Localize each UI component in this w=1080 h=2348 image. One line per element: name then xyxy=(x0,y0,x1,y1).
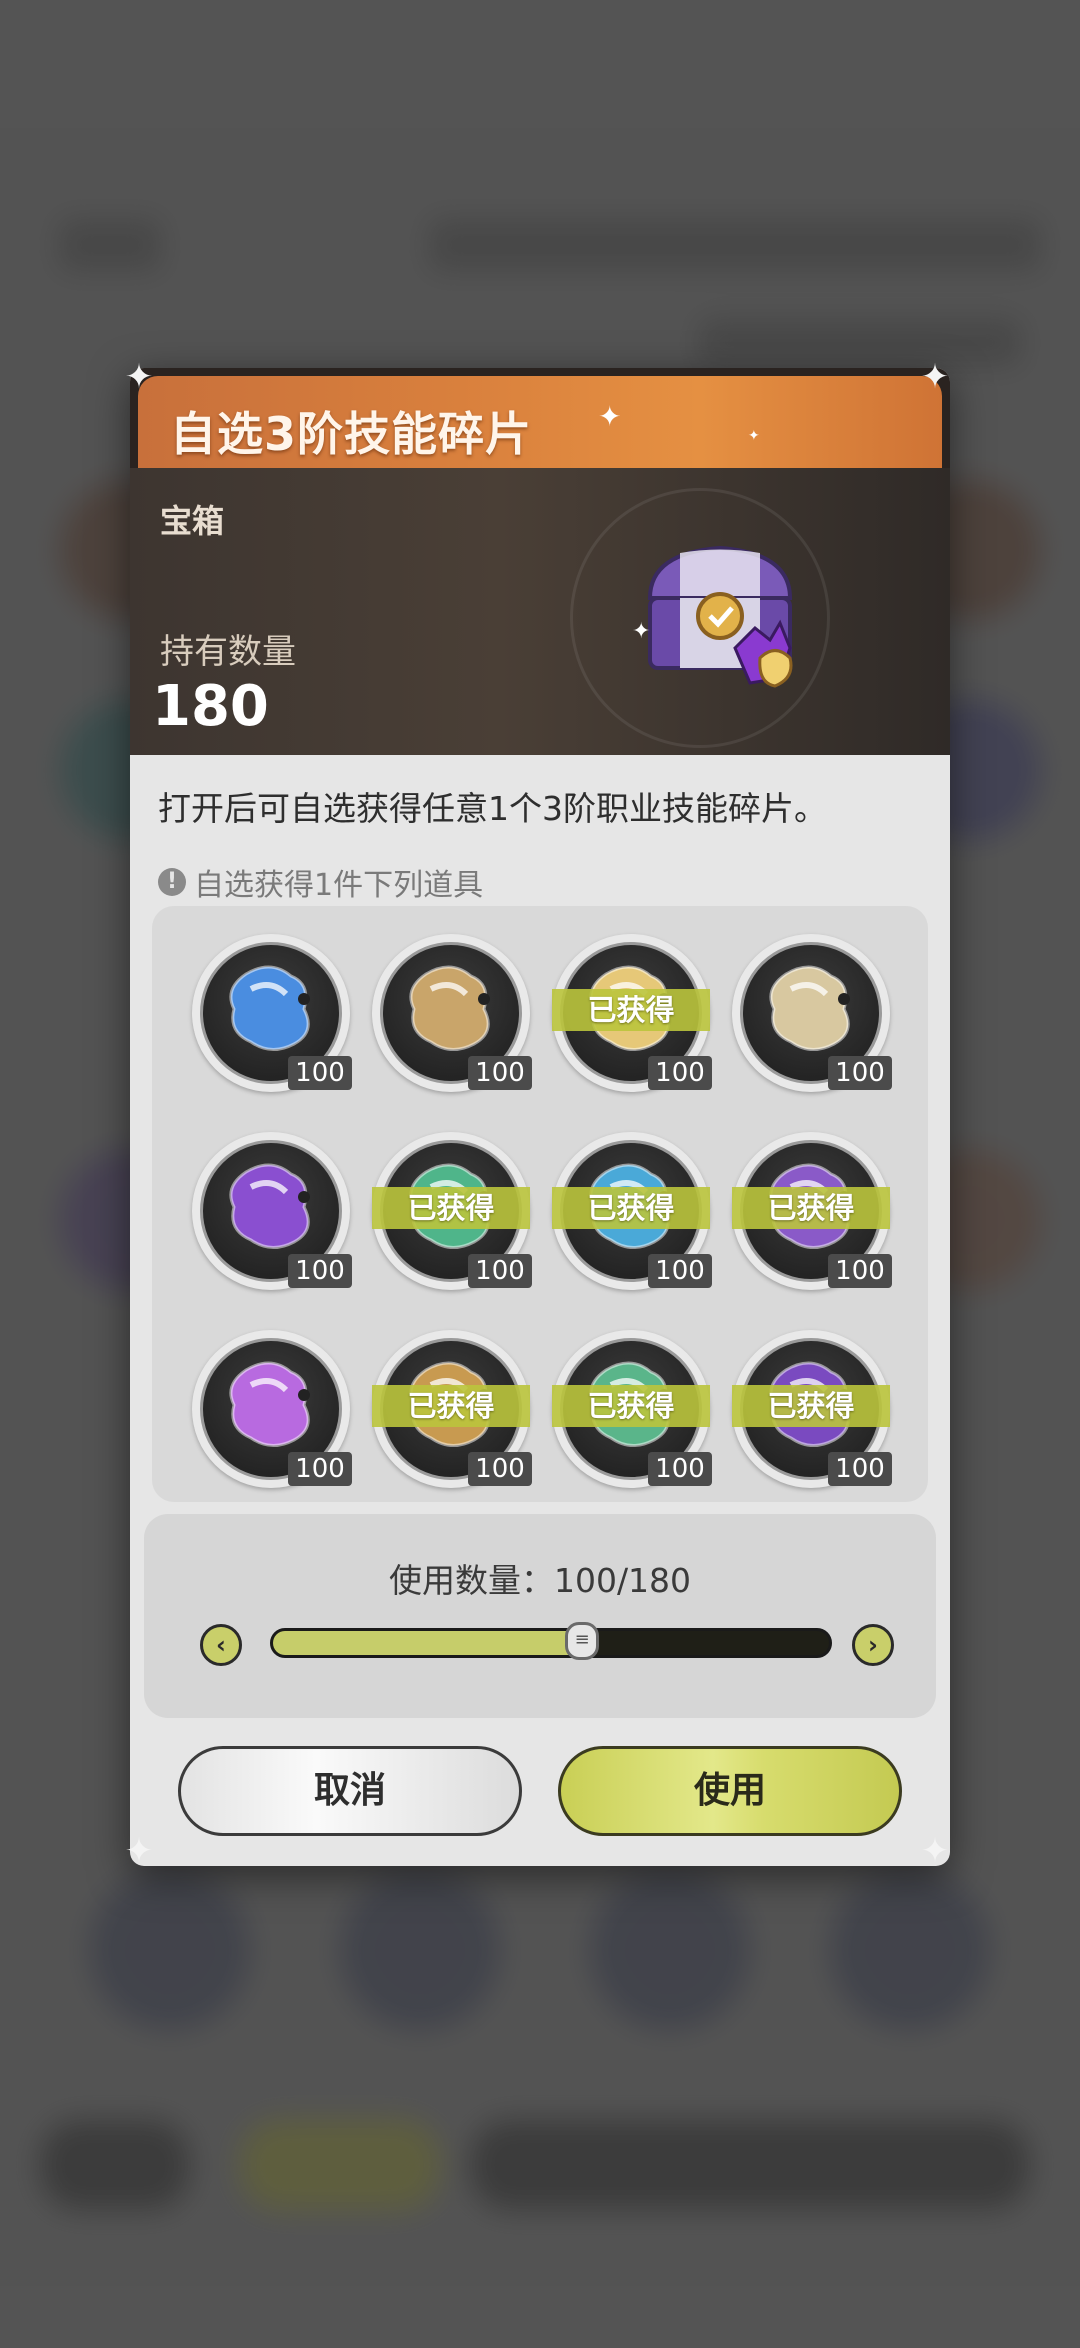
reward-item[interactable]: 100 xyxy=(192,1132,352,1290)
reward-grid: 100 100 已获得 100 100 100 已获得 100 已获得 100 已获得 100 100 已… xyxy=(152,906,928,1502)
item-count: 100 xyxy=(468,1056,532,1090)
quantity-slider[interactable] xyxy=(270,1628,832,1658)
hold-label: 持有数量 xyxy=(160,632,296,672)
slider-handle[interactable]: ≡ xyxy=(565,1622,600,1660)
cancel-button[interactable]: 取消 xyxy=(178,1746,522,1836)
item-count: 100 xyxy=(288,1254,352,1288)
obtained-badge: 已获得 xyxy=(552,1385,710,1427)
item-description: 打开后可自选获得任意1个3阶职业技能碎片。 xyxy=(158,789,827,828)
item-count: 100 xyxy=(468,1254,532,1288)
item-count: 100 xyxy=(828,1452,892,1486)
obtained-badge: 已获得 xyxy=(372,1385,530,1427)
skill-shard-icon xyxy=(229,1163,310,1249)
hold-value: 180 xyxy=(152,674,269,739)
reward-item[interactable]: 100 xyxy=(732,934,892,1092)
obtained-badge: 已获得 xyxy=(372,1187,530,1229)
item-dialog: ✦ ✦ 自选3阶技能碎片 宝箱 持有数量 180 ✦ 打开后可自选获得任意1个3… xyxy=(130,368,950,1866)
obtained-badge: 已获得 xyxy=(732,1187,890,1229)
quantity-label: 使用数量：100/180 xyxy=(388,1561,692,1600)
use-button[interactable]: 使用 xyxy=(558,1746,902,1836)
obtained-badge: 已获得 xyxy=(552,989,710,1031)
reward-item[interactable]: 已获得 100 xyxy=(732,1132,892,1290)
reward-item[interactable]: 已获得 100 xyxy=(372,1330,532,1488)
hint-text: 自选获得1件下列道具 xyxy=(194,868,484,903)
item-type: 宝箱 xyxy=(160,502,225,540)
corner-ornament: ✦ xyxy=(124,357,154,397)
item-count: 100 xyxy=(648,1056,712,1090)
svg-text:✦: ✦ xyxy=(632,619,650,644)
treasure-chest-icon: ✦ xyxy=(632,545,793,688)
skill-shard-icon xyxy=(229,1361,310,1447)
info-icon: ! xyxy=(158,868,186,896)
increase-button[interactable]: › xyxy=(852,1624,894,1666)
quantity-panel: 使用数量：100/180 ‹ ≡ › xyxy=(144,1514,936,1718)
reward-item[interactable]: 已获得 100 xyxy=(552,934,712,1092)
decrease-button[interactable]: ‹ xyxy=(200,1624,242,1666)
reward-item[interactable]: 已获得 100 xyxy=(552,1132,712,1290)
skill-shard-icon xyxy=(229,965,310,1051)
skill-shard-icon xyxy=(769,965,850,1051)
item-hero: 宝箱 持有数量 180 ✦ xyxy=(130,468,950,755)
item-count: 100 xyxy=(828,1056,892,1090)
item-count: 100 xyxy=(648,1254,712,1288)
reward-item[interactable]: 已获得 100 xyxy=(372,1132,532,1290)
obtained-badge: 已获得 xyxy=(552,1187,710,1229)
corner-ornament: ✦ xyxy=(920,1831,950,1871)
slider-fill xyxy=(273,1631,582,1655)
item-count: 100 xyxy=(468,1452,532,1486)
reward-item[interactable]: 100 xyxy=(372,934,532,1092)
title-bar: ✦ ✦ 自选3阶技能碎片 xyxy=(130,368,950,468)
dialog-title: 自选3阶技能碎片 xyxy=(170,407,533,461)
selection-hint: ! 自选获得1件下列道具 xyxy=(158,860,483,904)
reward-item[interactable]: 已获得 100 xyxy=(732,1330,892,1488)
corner-ornament: ✦ xyxy=(920,357,950,397)
skill-shard-icon xyxy=(409,965,490,1051)
corner-ornament: ✦ xyxy=(124,1831,154,1871)
reward-item[interactable]: 已获得 100 xyxy=(552,1330,712,1488)
reward-item[interactable]: 100 xyxy=(192,934,352,1092)
item-count: 100 xyxy=(288,1056,352,1090)
item-count: 100 xyxy=(288,1452,352,1486)
item-count: 100 xyxy=(648,1452,712,1486)
reward-item[interactable]: 100 xyxy=(192,1330,352,1488)
obtained-badge: 已获得 xyxy=(732,1385,890,1427)
item-count: 100 xyxy=(828,1254,892,1288)
